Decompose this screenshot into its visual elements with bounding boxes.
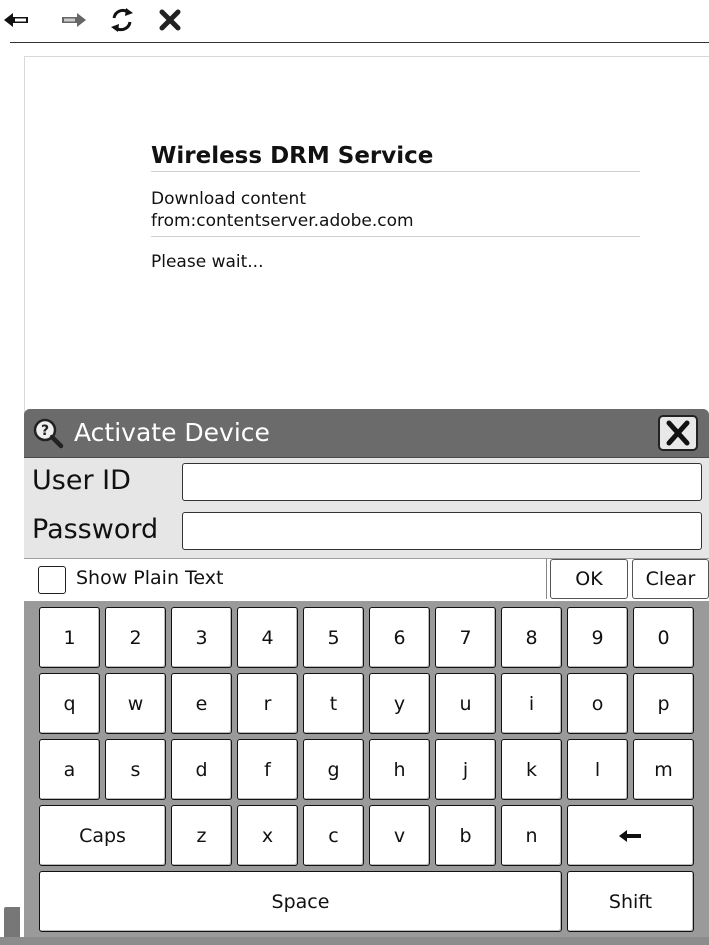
key-u[interactable]: u: [435, 673, 496, 734]
key-o[interactable]: o: [567, 673, 628, 734]
space-key[interactable]: Space: [39, 871, 562, 932]
key-1[interactable]: 1: [39, 607, 100, 668]
back-arrow-icon[interactable]: [2, 6, 30, 34]
user-id-input[interactable]: [182, 463, 702, 501]
key-0[interactable]: 0: [633, 607, 694, 668]
download-line-1: Download content: [151, 189, 306, 209]
key-k[interactable]: k: [501, 739, 562, 800]
user-id-label: User ID: [32, 465, 131, 496]
show-plain-text-checkbox[interactable]: [38, 566, 66, 594]
key-e[interactable]: e: [171, 673, 232, 734]
show-plain-text-label: Show Plain Text: [76, 567, 224, 589]
key-i[interactable]: i: [501, 673, 562, 734]
backspace-key[interactable]: [567, 805, 694, 866]
key-r[interactable]: r: [237, 673, 298, 734]
key-c[interactable]: c: [303, 805, 364, 866]
browser-toolbar: [0, 0, 709, 42]
stop-icon[interactable]: [156, 6, 184, 34]
password-input[interactable]: [182, 512, 702, 550]
key-b[interactable]: b: [435, 805, 496, 866]
show-plain-text-toggle[interactable]: Show Plain Text: [26, 559, 547, 599]
clear-button[interactable]: Clear: [632, 559, 709, 599]
backspace-arrow-icon: [618, 829, 641, 842]
key-a[interactable]: a: [39, 739, 100, 800]
key-j[interactable]: j: [435, 739, 496, 800]
background-edge: [4, 907, 20, 941]
magnifier-question-icon: ?: [32, 417, 64, 449]
key-f[interactable]: f: [237, 739, 298, 800]
close-x-icon: [666, 420, 690, 446]
bottom-edge: [0, 937, 709, 945]
key-5[interactable]: 5: [303, 607, 364, 668]
login-form: User ID Password: [24, 458, 709, 558]
key-4[interactable]: 4: [237, 607, 298, 668]
dialog-titlebar: ? Activate Device: [24, 409, 709, 458]
key-l[interactable]: l: [567, 739, 628, 800]
key-w[interactable]: w: [105, 673, 166, 734]
key-s[interactable]: s: [105, 739, 166, 800]
svg-text:?: ?: [41, 423, 49, 439]
wait-message: Please wait...: [151, 252, 264, 272]
key-y[interactable]: y: [369, 673, 430, 734]
download-line-2: from:contentserver.adobe.com: [151, 211, 414, 231]
key-2[interactable]: 2: [105, 607, 166, 668]
key-q[interactable]: q: [39, 673, 100, 734]
password-label: Password: [32, 514, 159, 545]
key-x[interactable]: x: [237, 805, 298, 866]
title-divider: [151, 171, 640, 172]
key-n[interactable]: n: [501, 805, 562, 866]
close-button[interactable]: [658, 415, 698, 451]
caps-key[interactable]: Caps: [39, 805, 166, 866]
page-title: Wireless DRM Service: [151, 143, 434, 169]
key-d[interactable]: d: [171, 739, 232, 800]
toolbar-divider: [10, 42, 709, 43]
key-z[interactable]: z: [171, 805, 232, 866]
forward-arrow-icon[interactable]: [60, 6, 88, 34]
key-g[interactable]: g: [303, 739, 364, 800]
message-divider: [151, 236, 640, 237]
key-h[interactable]: h: [369, 739, 430, 800]
ok-button[interactable]: OK: [550, 559, 628, 599]
download-message: Download content from:contentserver.adob…: [151, 188, 631, 232]
key-t[interactable]: t: [303, 673, 364, 734]
key-v[interactable]: v: [369, 805, 430, 866]
dialog-title: Activate Device: [74, 418, 270, 447]
key-m[interactable]: m: [633, 739, 694, 800]
key-p[interactable]: p: [633, 673, 694, 734]
options-row: Show Plain Text OK Clear: [24, 558, 709, 602]
key-8[interactable]: 8: [501, 607, 562, 668]
key-3[interactable]: 3: [171, 607, 232, 668]
activate-device-dialog: ? Activate Device User ID Password Show …: [24, 409, 709, 937]
reload-icon[interactable]: [108, 6, 136, 34]
key-7[interactable]: 7: [435, 607, 496, 668]
key-6[interactable]: 6: [369, 607, 430, 668]
key-9[interactable]: 9: [567, 607, 628, 668]
shift-key[interactable]: Shift: [567, 871, 694, 932]
